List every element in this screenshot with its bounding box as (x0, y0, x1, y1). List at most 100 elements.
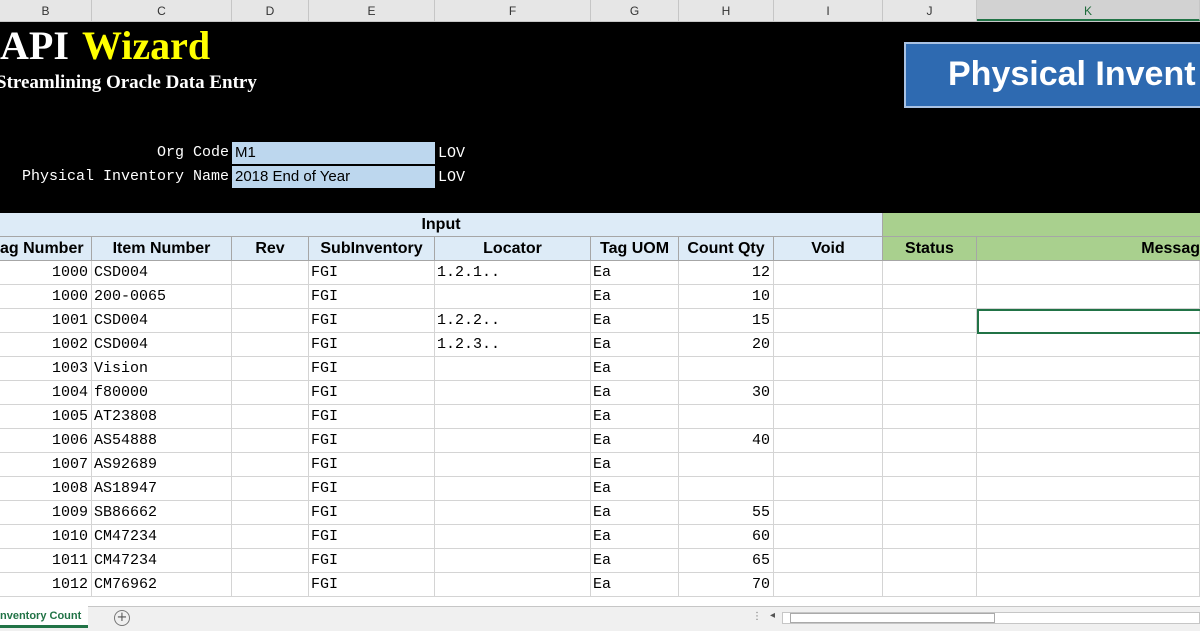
rev-cell[interactable] (232, 309, 309, 333)
locator-cell[interactable]: 1.2.2.. (435, 309, 591, 333)
locator-cell[interactable]: 1.2.1.. (435, 261, 591, 285)
item-number-cell[interactable]: CSD004 (92, 309, 232, 333)
column-header-d[interactable]: D (232, 0, 309, 21)
item-number-cell[interactable]: CM47234 (92, 549, 232, 573)
void-cell[interactable] (774, 573, 883, 597)
subinventory-cell[interactable]: FGI (309, 501, 435, 525)
tag-number-cell[interactable]: 1008 (0, 477, 92, 501)
void-cell[interactable] (774, 309, 883, 333)
locator-cell[interactable] (435, 549, 591, 573)
subinventory-cell[interactable]: FGI (309, 429, 435, 453)
tag-uom-cell[interactable]: Ea (591, 357, 679, 381)
tag-uom-cell[interactable]: Ea (591, 381, 679, 405)
rev-cell[interactable] (232, 261, 309, 285)
rev-cell[interactable] (232, 525, 309, 549)
tag-number-cell[interactable]: 1009 (0, 501, 92, 525)
item-number-cell[interactable]: AS18947 (92, 477, 232, 501)
locator-cell[interactable] (435, 525, 591, 549)
rev-cell[interactable] (232, 429, 309, 453)
message-cell[interactable] (977, 261, 1200, 285)
item-number-cell[interactable]: AS92689 (92, 453, 232, 477)
tag-number-cell[interactable]: 1012 (0, 573, 92, 597)
status-cell[interactable] (883, 381, 977, 405)
subinventory-cell[interactable]: FGI (309, 549, 435, 573)
tag-number-cell[interactable]: 1001 (0, 309, 92, 333)
void-cell[interactable] (774, 261, 883, 285)
count-qty-cell[interactable]: 20 (679, 333, 774, 357)
count-qty-cell[interactable]: 40 (679, 429, 774, 453)
message-cell[interactable] (977, 573, 1200, 597)
status-cell[interactable] (883, 525, 977, 549)
locator-cell[interactable] (435, 285, 591, 309)
count-qty-cell[interactable]: 12 (679, 261, 774, 285)
rev-cell[interactable] (232, 573, 309, 597)
count-qty-cell[interactable] (679, 477, 774, 501)
count-qty-cell[interactable]: 70 (679, 573, 774, 597)
rev-cell[interactable] (232, 405, 309, 429)
tag-number-cell[interactable]: 1007 (0, 453, 92, 477)
rev-cell[interactable] (232, 285, 309, 309)
subinventory-cell[interactable]: FGI (309, 405, 435, 429)
void-cell[interactable] (774, 525, 883, 549)
tag-number-cell[interactable]: 1002 (0, 333, 92, 357)
column-header-e[interactable]: E (309, 0, 435, 21)
tag-number-cell[interactable]: 1010 (0, 525, 92, 549)
void-cell[interactable] (774, 429, 883, 453)
locator-cell[interactable] (435, 405, 591, 429)
status-cell[interactable] (883, 477, 977, 501)
item-number-cell[interactable]: AS54888 (92, 429, 232, 453)
tag-number-cell[interactable]: 1000 (0, 285, 92, 309)
rev-cell[interactable] (232, 477, 309, 501)
scroll-left-icon[interactable]: ◂ (770, 610, 775, 621)
tag-uom-cell[interactable]: Ea (591, 573, 679, 597)
count-qty-cell[interactable] (679, 453, 774, 477)
tag-uom-cell[interactable]: Ea (591, 309, 679, 333)
message-cell[interactable] (977, 525, 1200, 549)
item-number-cell[interactable]: CM47234 (92, 525, 232, 549)
tag-uom-cell[interactable]: Ea (591, 333, 679, 357)
message-cell[interactable] (977, 357, 1200, 381)
column-header-h[interactable]: H (679, 0, 774, 21)
tag-uom-cell[interactable]: Ea (591, 429, 679, 453)
column-header-k[interactable]: K (977, 0, 1200, 21)
tag-number-cell[interactable]: 1004 (0, 381, 92, 405)
tag-number-cell[interactable]: 1003 (0, 357, 92, 381)
item-number-cell[interactable]: CM76962 (92, 573, 232, 597)
scroll-split-icon[interactable]: ⋮ (752, 611, 762, 622)
message-cell[interactable] (977, 429, 1200, 453)
status-cell[interactable] (883, 549, 977, 573)
status-cell[interactable] (883, 429, 977, 453)
message-cell[interactable] (977, 285, 1200, 309)
void-cell[interactable] (774, 549, 883, 573)
column-header-f[interactable]: F (435, 0, 591, 21)
subinventory-cell[interactable]: FGI (309, 525, 435, 549)
locator-cell[interactable] (435, 381, 591, 405)
tag-number-cell[interactable]: 1011 (0, 549, 92, 573)
message-cell[interactable] (977, 453, 1200, 477)
message-cell[interactable] (977, 549, 1200, 573)
tag-uom-cell[interactable]: Ea (591, 453, 679, 477)
column-header-j[interactable]: J (883, 0, 977, 21)
physical-inventory-name-lov-link[interactable]: LOV (438, 166, 465, 188)
void-cell[interactable] (774, 357, 883, 381)
physical-inventory-name-field[interactable]: 2018 End of Year (232, 166, 435, 188)
locator-cell[interactable] (435, 477, 591, 501)
subinventory-cell[interactable]: FGI (309, 477, 435, 501)
item-number-cell[interactable]: SB86662 (92, 501, 232, 525)
message-cell[interactable] (977, 477, 1200, 501)
void-cell[interactable] (774, 285, 883, 309)
count-qty-cell[interactable] (679, 357, 774, 381)
sheet-tab-inventory-count[interactable]: nventory Count (0, 606, 88, 628)
rev-cell[interactable] (232, 381, 309, 405)
active-cell-selection[interactable] (977, 309, 1200, 334)
tag-uom-cell[interactable]: Ea (591, 549, 679, 573)
tag-uom-cell[interactable]: Ea (591, 525, 679, 549)
status-cell[interactable] (883, 453, 977, 477)
org-code-lov-link[interactable]: LOV (438, 142, 465, 164)
locator-cell[interactable] (435, 453, 591, 477)
count-qty-cell[interactable]: 55 (679, 501, 774, 525)
void-cell[interactable] (774, 405, 883, 429)
tag-uom-cell[interactable]: Ea (591, 477, 679, 501)
org-code-field[interactable]: M1 (232, 142, 435, 164)
message-cell[interactable] (977, 501, 1200, 525)
